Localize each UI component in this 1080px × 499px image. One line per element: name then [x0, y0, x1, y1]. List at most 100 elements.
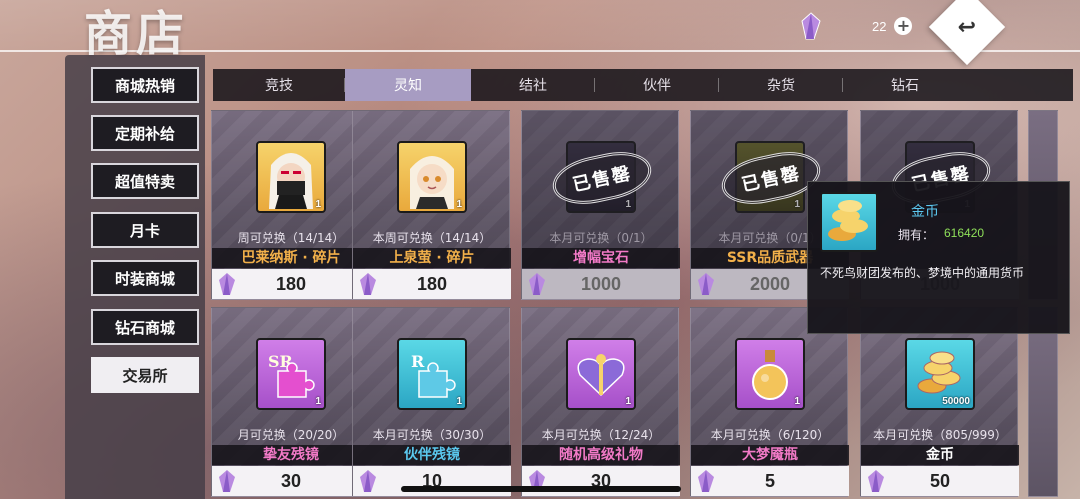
sidebar-item-diamond[interactable]: 钻石商城	[91, 309, 199, 345]
category-tabs: 竞技 灵知 结社 伙伴 杂货 钻石	[213, 69, 1073, 101]
sidebar-item-monthly-card[interactable]: 月卡	[91, 212, 199, 248]
item-name: 增幅宝石	[522, 248, 680, 268]
item-icon-box: 1	[735, 338, 805, 410]
tooltip-own-label: 拥有：	[898, 228, 935, 242]
item-price: 180	[275, 273, 307, 294]
item-icon-box: 1	[256, 141, 326, 213]
svg-text:R: R	[411, 352, 425, 371]
item-name: 大梦魇瓶	[691, 445, 849, 465]
exchange-limit: 本月可兑换（805/999）	[873, 428, 1007, 442]
item-price: 5	[764, 470, 775, 491]
sidebar-item-label: 交易所	[122, 366, 168, 385]
return-arrow-icon: ↩	[957, 14, 977, 40]
item-icon-box: R 1	[397, 338, 467, 410]
sidebar-item-hot[interactable]: 商城热销	[91, 67, 199, 103]
sidebar-item-fashion[interactable]: 时装商城	[91, 260, 199, 296]
item-count: 1	[456, 199, 462, 210]
item-name: 挚友残镜	[212, 445, 370, 465]
item-tooltip: 金币 拥有： 616420 不死鸟财团发布的、梦境中的通用货币	[807, 181, 1070, 334]
item-count: 1	[625, 396, 631, 407]
tab-lingzhi[interactable]: 灵知	[345, 69, 471, 101]
currency-display: 22 +	[800, 12, 920, 40]
item-count: 1	[456, 396, 462, 407]
item-count: 50000	[942, 396, 970, 407]
sidebar-item-exchange[interactable]: 交易所	[91, 357, 199, 393]
item-icon-box: SR 1	[256, 338, 326, 410]
item-price: 180	[416, 273, 448, 294]
crystal-icon	[800, 12, 822, 40]
shop-card-random-gift[interactable]: 1 本月可兑换（12/24） 随机高级礼物 30	[521, 307, 680, 497]
tooltip-own-value: 616420	[944, 226, 985, 240]
home-indicator[interactable]	[401, 486, 681, 492]
item-count: 1	[315, 396, 321, 407]
currency-amount: 22	[872, 18, 887, 34]
tab-partner[interactable]: 伙伴	[595, 69, 719, 101]
price-bar: 180	[353, 269, 511, 299]
exchange-limit: 本月可兑换（6/120）	[710, 428, 830, 442]
tab-label: 钻石	[891, 78, 919, 94]
exchange-limit: 本月可兑换（0/1）	[549, 231, 653, 245]
tab-diamond[interactable]: 钻石	[843, 69, 967, 101]
price-bar: 30	[212, 466, 370, 496]
crystal-icon	[219, 470, 235, 492]
exchange-limit: 月可兑换（20/20）	[237, 428, 345, 442]
sidebar-item-supply[interactable]: 定期补给	[91, 115, 199, 151]
item-price: 30	[280, 470, 302, 491]
item-price: 2000	[749, 273, 791, 294]
item-price: 1000	[580, 273, 622, 294]
tooltip-title: 金币	[911, 204, 939, 220]
tab-label: 灵知	[394, 78, 422, 94]
sidebar-item-label: 定期补给	[114, 124, 175, 143]
shop-card-kamiizumi-shard[interactable]: 1 本周可兑换（14/14） 上泉萤 · 碎片 180	[352, 110, 511, 300]
tab-label: 伙伴	[643, 78, 671, 94]
tab-label: 结社	[519, 78, 547, 94]
shop-card-nightmare-bottle[interactable]: 1 本月可兑换（6/120） 大梦魇瓶 5	[690, 307, 849, 497]
tab-guild[interactable]: 结社	[471, 69, 595, 101]
shop-card-amplify-gem[interactable]: 1 已售罄 本月可兑换（0/1） 增幅宝石 1000	[521, 110, 680, 300]
item-name: 伙伴残镜	[353, 445, 511, 465]
shop-card-balaenas-shard[interactable]: 1 周可兑换（14/14） 巴莱纳斯 · 碎片 180	[211, 110, 370, 300]
price-bar: 180	[212, 269, 370, 299]
plus-icon[interactable]: +	[894, 17, 913, 35]
sidebar-item-sale[interactable]: 超值特卖	[91, 163, 199, 199]
shop-card-partner-mirror[interactable]: R 1 本月可兑换（30/30） 伙伴残镜 10	[352, 307, 511, 497]
item-price: 50	[929, 470, 951, 491]
crystal-icon	[360, 470, 376, 492]
item-name: 巴莱纳斯 · 碎片	[212, 248, 370, 268]
tooltip-description: 不死鸟财团发布的、梦境中的通用货币	[820, 266, 1025, 280]
item-name: 金币	[861, 445, 1019, 465]
shop-card-gold-coin[interactable]: 50000 本月可兑换（805/999） 金币 50	[860, 307, 1019, 497]
sidebar-item-label: 超值特卖	[114, 172, 175, 191]
gold-coins-icon	[820, 192, 878, 252]
tab-label: 杂货	[767, 78, 795, 94]
price-bar: 50	[861, 466, 1019, 496]
exchange-limit: 周可兑换（14/14）	[237, 231, 345, 245]
tab-misc[interactable]: 杂货	[719, 69, 843, 101]
crystal-icon	[868, 470, 884, 492]
item-count: 1	[794, 396, 800, 407]
crystal-icon	[219, 273, 235, 295]
price-bar: 1000	[522, 269, 680, 299]
item-name: 上泉萤 · 碎片	[353, 248, 511, 268]
item-icon-box: 50000	[905, 338, 975, 410]
item-icon-box: 1	[566, 338, 636, 410]
price-bar: 5	[691, 466, 849, 496]
sidebar-item-label: 商城热销	[114, 76, 175, 95]
crystal-icon	[698, 273, 714, 295]
exchange-limit: 本月可兑换（30/30）	[372, 428, 492, 442]
partial-card	[1028, 307, 1058, 497]
sidebar-item-label: 钻石商城	[114, 318, 175, 337]
tab-arena[interactable]: 竞技	[213, 69, 345, 101]
item-count: 1	[315, 199, 321, 210]
crystal-icon	[529, 273, 545, 295]
shop-card-friend-mirror[interactable]: SR 1 月可兑换（20/20） 挚友残镜 30	[211, 307, 370, 497]
exchange-limit: 本周可兑换（14/14）	[372, 231, 492, 245]
tab-label: 竞技	[265, 78, 293, 94]
crystal-icon	[360, 273, 376, 295]
item-name: 随机高级礼物	[522, 445, 680, 465]
exchange-limit: 本月可兑换（12/24）	[541, 428, 661, 442]
crystal-icon	[698, 470, 714, 492]
sidebar: 商城热销 定期补给 超值特卖 月卡 时装商城 钻石商城 交易所	[65, 55, 205, 499]
sidebar-item-label: 时装商城	[114, 269, 175, 288]
sidebar-item-label: 月卡	[129, 221, 160, 240]
